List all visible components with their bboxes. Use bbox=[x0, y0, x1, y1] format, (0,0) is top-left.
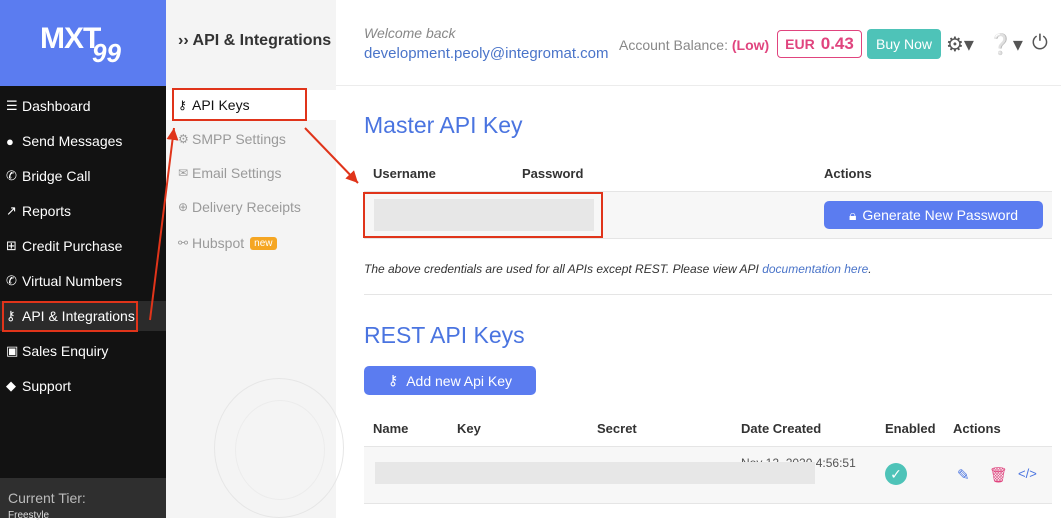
annotation-arrows bbox=[149, 127, 359, 321]
arrow-to-api-keys bbox=[149, 127, 179, 321]
arrow-to-credentials bbox=[304, 127, 359, 184]
